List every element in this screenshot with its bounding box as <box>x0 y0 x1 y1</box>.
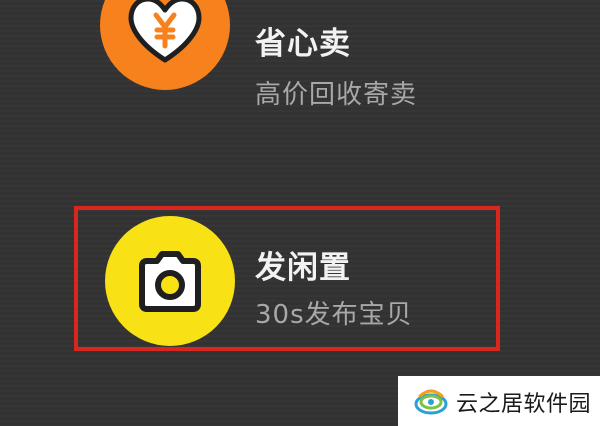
watermark-logo-icon <box>414 389 448 415</box>
option-title: 省心卖 <box>255 26 351 62</box>
sell-icon-circle[interactable] <box>100 0 230 90</box>
option-post-idle-item[interactable]: 发闲置 30s发布宝贝 <box>0 206 600 356</box>
option-subtitle: 30s发布宝贝 <box>255 300 413 330</box>
heart-yen-icon <box>128 0 202 63</box>
camera-icon <box>139 251 201 312</box>
watermark: 云之居软件园 <box>398 376 600 426</box>
option-sell-worry-free[interactable]: 省心卖 高价回收寄卖 <box>0 0 600 110</box>
option-subtitle: 高价回收寄卖 <box>255 80 418 110</box>
post-icon-circle[interactable] <box>105 216 235 346</box>
option-title: 发闲置 <box>255 250 351 286</box>
watermark-text: 云之居软件园 <box>456 392 592 417</box>
publish-menu-screen: 省心卖 高价回收寄卖 发闲置 30s发布宝贝 云之居软件园 <box>0 0 600 426</box>
